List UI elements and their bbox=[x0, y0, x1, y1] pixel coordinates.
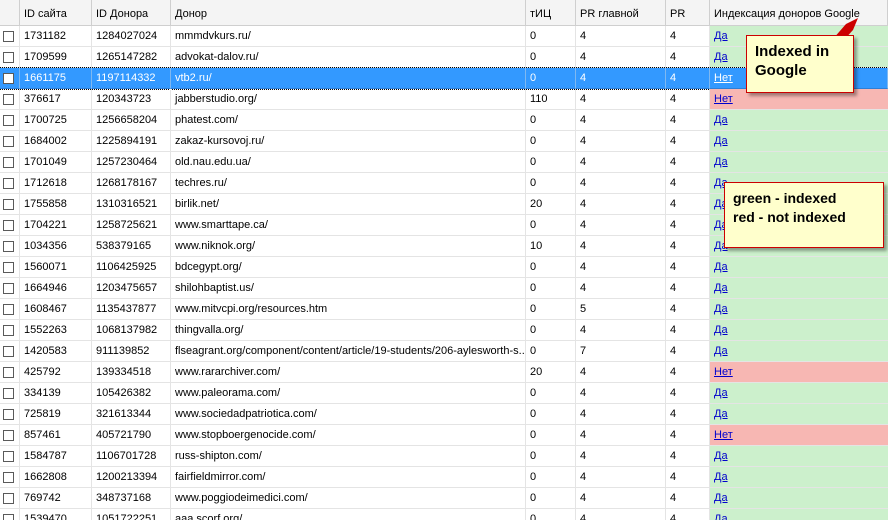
legend-green-text: green - indexed bbox=[733, 190, 837, 206]
legend-red-text: red - not indexed bbox=[733, 209, 846, 225]
callout-legend: green - indexed red - not indexed bbox=[724, 182, 884, 248]
callout-indexed-in-google: Indexed in Google bbox=[746, 35, 854, 93]
callout-indexed-text: Indexed in Google bbox=[755, 43, 830, 79]
